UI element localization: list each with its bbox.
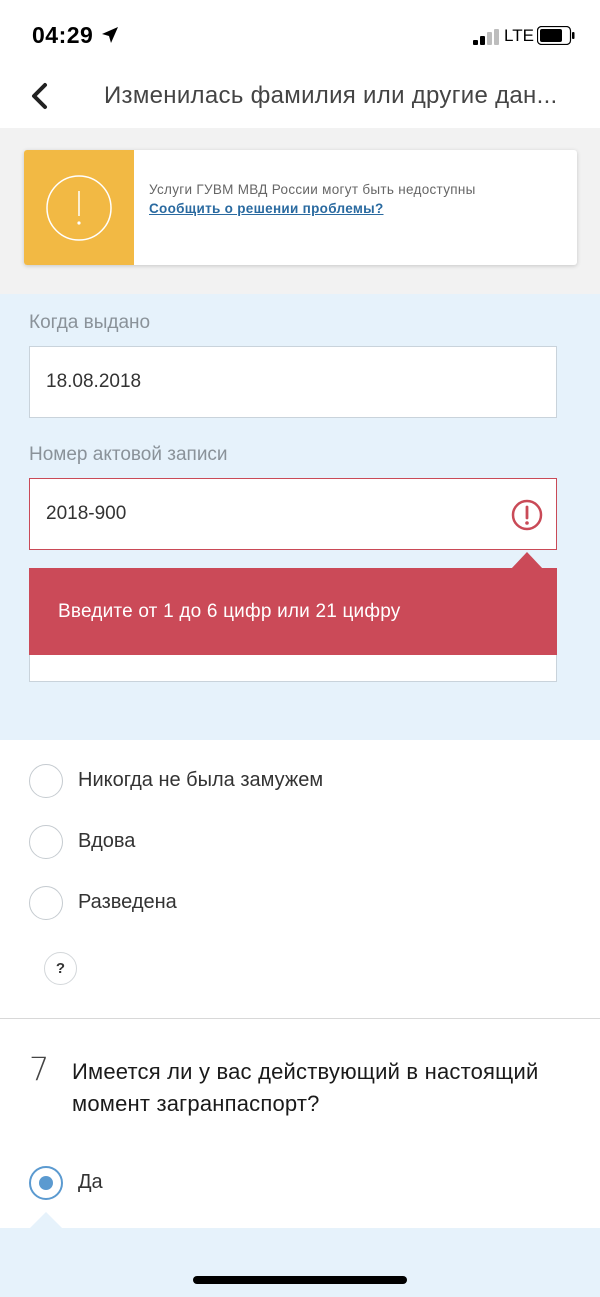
- radio-label: Да: [78, 1171, 103, 1193]
- record-number-field[interactable]: 2018-900: [29, 478, 557, 550]
- radio-label: Разведена: [78, 891, 177, 913]
- warning-icon: [46, 175, 112, 241]
- radio-button-checked[interactable]: [29, 1166, 63, 1200]
- alert-text: Услуги ГУВМ МВД России могут быть недост…: [149, 180, 559, 218]
- radio-widow[interactable]: Вдова: [29, 822, 569, 862]
- partially-hidden-field[interactable]: [29, 654, 557, 682]
- alert-side-panel: [24, 150, 134, 265]
- radio-label: Вдова: [78, 830, 136, 852]
- radio-label: Никогда не была замужем: [78, 769, 324, 791]
- error-exclamation-icon: [511, 499, 543, 531]
- section-divider: [0, 1018, 600, 1019]
- service-alert-card: Услуги ГУВМ МВД России могут быть недост…: [24, 150, 577, 265]
- status-time: 04:29: [32, 22, 94, 48]
- question-number: 7: [29, 1050, 50, 1088]
- back-arrow-icon[interactable]: [24, 80, 56, 112]
- report-solution-link[interactable]: Сообщить о решении проблемы?: [149, 199, 559, 218]
- radio-never-married[interactable]: Никогда не была замужем: [29, 761, 569, 801]
- radio-button[interactable]: [29, 764, 63, 798]
- app-header: Изменилась фамилия или другие дан...: [0, 72, 600, 128]
- radio-button[interactable]: [29, 825, 63, 859]
- radio-yes[interactable]: Да: [29, 1163, 569, 1203]
- battery-icon: [537, 26, 575, 45]
- page-title: Изменилась фамилия или другие дан...: [104, 82, 558, 109]
- home-indicator[interactable]: [193, 1276, 407, 1284]
- signal-strength-icon: [473, 29, 499, 45]
- error-message: Введите от 1 до 6 цифр или 21 цифру: [58, 601, 401, 622]
- error-tooltip-pointer: [511, 552, 543, 569]
- help-icon[interactable]: ?: [44, 952, 77, 985]
- radio-divorced[interactable]: Разведена: [29, 883, 569, 923]
- issued-date-field[interactable]: 18.08.2018: [29, 346, 557, 418]
- banner-area: Услуги ГУВМ МВД России могут быть недост…: [0, 128, 600, 294]
- error-tooltip: Введите от 1 до 6 цифр или 21 цифру: [29, 568, 557, 655]
- expanded-section-pointer: [29, 1212, 63, 1229]
- network-type: LTE: [504, 26, 534, 45]
- alert-message: Услуги ГУВМ МВД России могут быть недост…: [149, 182, 476, 197]
- record-number-label: Номер актовой записи: [29, 444, 228, 465]
- record-number-value: 2018-900: [46, 503, 127, 524]
- expanded-section: [0, 1228, 600, 1297]
- location-arrow-icon: [102, 27, 118, 43]
- form-area: Когда выдано 18.08.2018 Номер актовой за…: [0, 294, 600, 740]
- status-bar: 04:29 LTE: [0, 0, 600, 72]
- radio-button[interactable]: [29, 886, 63, 920]
- issued-date-label: Когда выдано: [29, 312, 151, 333]
- question-text: Имеется ли у вас действующий в настоящий…: [72, 1059, 539, 1116]
- issued-date-value: 18.08.2018: [46, 371, 142, 392]
